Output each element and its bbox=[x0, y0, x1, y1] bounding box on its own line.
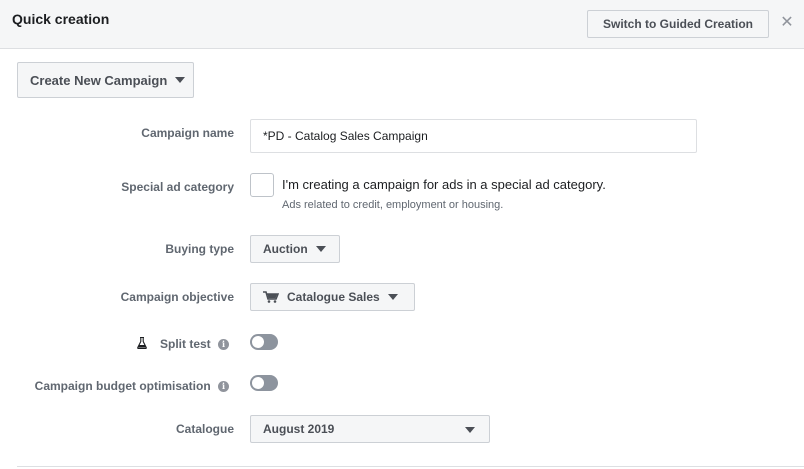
campaign-objective-value: Catalogue Sales bbox=[287, 290, 380, 304]
campaign-name-label: Campaign name bbox=[141, 126, 234, 140]
caret-down-icon bbox=[175, 77, 186, 83]
budget-optimisation-toggle[interactable] bbox=[250, 375, 278, 391]
close-icon[interactable]: ✕ bbox=[778, 14, 796, 32]
special-ad-category-checkbox[interactable] bbox=[250, 173, 274, 197]
catalogue-dropdown[interactable]: August 2019 bbox=[250, 415, 490, 443]
info-icon[interactable]: i bbox=[218, 381, 229, 392]
catalogue-value: August 2019 bbox=[263, 422, 335, 436]
split-test-label-group: Split test i bbox=[136, 337, 229, 351]
buying-type-dropdown[interactable]: Auction bbox=[250, 235, 340, 263]
campaign-name-input[interactable] bbox=[250, 119, 697, 153]
split-test-toggle[interactable] bbox=[250, 334, 278, 350]
create-new-campaign-dropdown[interactable]: Create New Campaign bbox=[17, 62, 194, 98]
header: Quick creation Switch to Guided Creation… bbox=[0, 0, 804, 49]
flask-icon bbox=[136, 337, 147, 349]
special-ad-category-checkbox-text: I'm creating a campaign for ads in a spe… bbox=[282, 177, 606, 192]
special-ad-category-label: Special ad category bbox=[121, 180, 234, 194]
split-test-label: Split test bbox=[159, 337, 211, 351]
campaign-objective-dropdown[interactable]: Catalogue Sales bbox=[250, 283, 415, 311]
campaign-objective-label: Campaign objective bbox=[120, 290, 234, 304]
create-new-campaign-label: Create New Campaign bbox=[30, 72, 168, 88]
caret-down-icon bbox=[465, 427, 475, 433]
special-ad-category-subtext: Ads related to credit, employment or hou… bbox=[282, 199, 504, 211]
buying-type-label: Buying type bbox=[165, 242, 234, 256]
caret-down-icon bbox=[315, 246, 326, 252]
caret-down-icon bbox=[387, 294, 398, 300]
info-icon[interactable]: i bbox=[218, 339, 229, 350]
cart-icon bbox=[263, 291, 279, 303]
page-title: Quick creation bbox=[12, 11, 110, 27]
budget-optimisation-label-group: Campaign budget optimisation i bbox=[35, 379, 229, 393]
budget-optimisation-label: Campaign budget optimisation bbox=[34, 379, 211, 393]
catalogue-label: Catalogue bbox=[175, 422, 234, 436]
divider bbox=[17, 466, 804, 467]
switch-to-guided-creation-button[interactable]: Switch to Guided Creation bbox=[587, 10, 769, 38]
buying-type-value: Auction bbox=[263, 242, 308, 256]
